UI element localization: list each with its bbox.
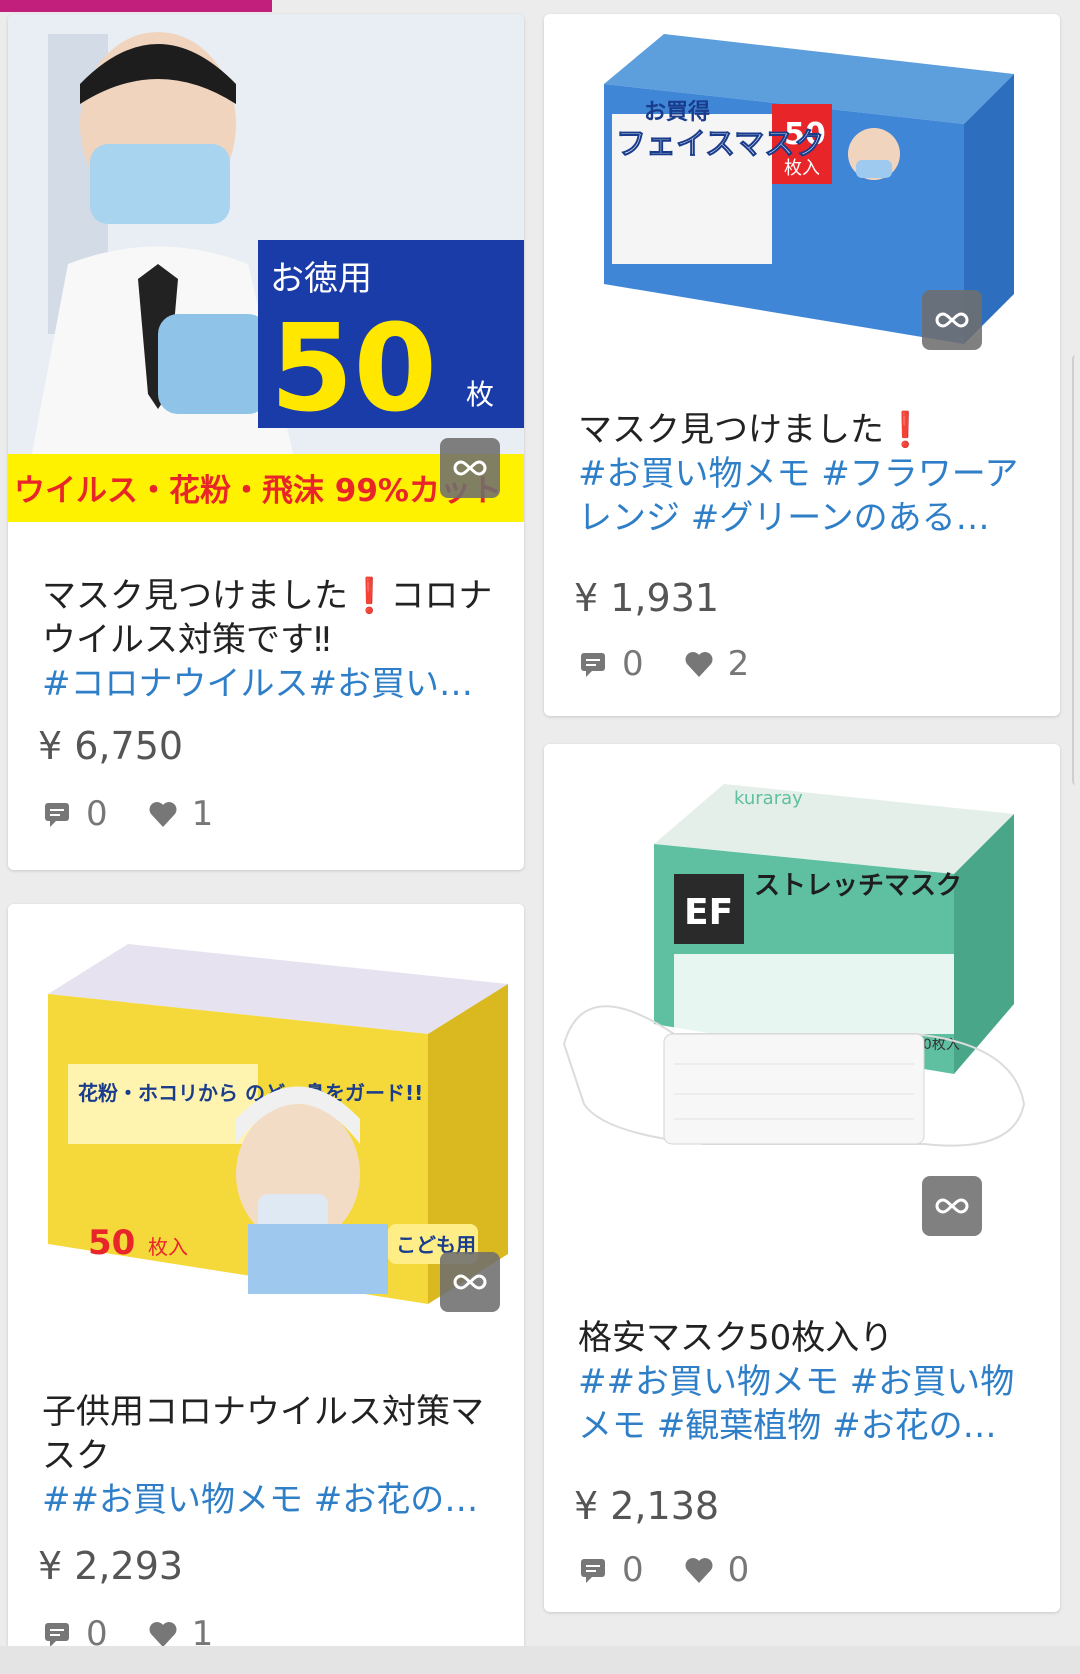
card-tags[interactable]: #お買い物メモ #フラワーアレンジ #グリーンのある…: [578, 452, 1030, 540]
card-price: ¥ 1,931: [574, 576, 720, 620]
product-card[interactable]: kuraray EF ストレッチマスク 50枚入 格安マスク50枚入り ##お買…: [544, 744, 1060, 1612]
svg-text:50: 50: [88, 1223, 135, 1263]
svg-text:ストレッチマスク: ストレッチマスク: [754, 871, 962, 901]
card-title: 格安マスク50枚入り: [578, 1318, 894, 1358]
card-tags[interactable]: ##お買い物メモ #お買い物メモ #観葉植物 #お花の…: [578, 1360, 1030, 1448]
heart-icon[interactable]: [148, 800, 178, 828]
card-price: ¥ 2,293: [38, 1544, 184, 1588]
svg-text:50: 50: [270, 300, 437, 439]
infinity-icon[interactable]: [922, 290, 982, 350]
card-title: マスク見つけました❗コロナウイルス対策です‼: [42, 576, 493, 660]
bottom-edge: [0, 1646, 1080, 1674]
product-image[interactable]: 花粉・ホコリから のど・鼻をガード!! 50 枚入 こども用: [8, 904, 524, 1324]
product-card[interactable]: 花粉・ホコリから のど・鼻をガード!! 50 枚入 こども用 子供用コロナウイル…: [8, 904, 524, 1664]
card-stats: 0 2: [578, 644, 775, 684]
svg-text:ウイルス・花粉・飛沫 99%カット: ウイルス・花粉・飛沫 99%カット: [14, 473, 502, 509]
mask-product-photo: 50 枚入 お買得 フェイスマスク: [544, 14, 1060, 374]
card-price: ¥ 2,138: [574, 1484, 720, 1528]
svg-text:枚: 枚: [466, 378, 494, 411]
comment-icon: [45, 803, 69, 827]
svg-text:フェイスマスク: フェイスマスク: [616, 127, 824, 162]
card-title-block: 格安マスク50枚入り ##お買い物メモ #お買い物メモ #観葉植物 #お花の…: [578, 1316, 1030, 1448]
infinity-icon[interactable]: [440, 438, 500, 498]
svg-text:枚入: 枚入: [148, 1235, 188, 1259]
comment-icon: [581, 1559, 605, 1583]
comment-icon: [45, 1623, 69, 1647]
comment-count: 0: [86, 794, 108, 834]
card-title-block: 子供用コロナウイルス対策マスク ##お買い物メモ #お花の…: [42, 1390, 494, 1522]
svg-text:お買得: お買得: [644, 99, 710, 125]
svg-text:EF: EF: [684, 892, 733, 933]
card-title: マスク見つけました❗: [578, 410, 927, 450]
comment-icon: [581, 653, 605, 677]
card-title: 子供用コロナウイルス対策マスク: [42, 1392, 484, 1476]
like-count: 1: [191, 794, 214, 834]
infinity-icon[interactable]: [922, 1176, 982, 1236]
heart-icon[interactable]: [148, 1620, 178, 1648]
product-card[interactable]: 50 枚入 お買得 フェイスマスク マスク見つけました❗ #お買い物メモ #フラ…: [544, 14, 1060, 716]
svg-text:花粉・ホコリから のど・鼻をガード!!: 花粉・ホコリから のど・鼻をガード!!: [78, 1081, 423, 1105]
card-tags[interactable]: #コロナウイルス#お買い…: [42, 662, 494, 706]
card-title-block: マスク見つけました❗ #お買い物メモ #フラワーアレンジ #グリーンのある…: [578, 408, 1030, 540]
comment-count: 0: [622, 644, 644, 684]
heart-icon[interactable]: [684, 650, 714, 678]
product-image[interactable]: 50 枚入 お買得 フェイスマスク: [544, 14, 1060, 374]
comment-count: 0: [622, 1550, 644, 1590]
loading-progress-bar: [0, 0, 272, 12]
product-image[interactable]: お徳用 50 枚 ウイルス・花粉・飛沫 99%カット: [8, 14, 524, 522]
card-stats: 0 1: [42, 794, 239, 834]
like-count: 0: [727, 1550, 750, 1590]
mask-product-photo: kuraray EF ストレッチマスク 50枚入: [544, 744, 1060, 1244]
product-card[interactable]: お徳用 50 枚 ウイルス・花粉・飛沫 99%カット マスク見つけました❗コロナ…: [8, 14, 524, 870]
card-tags[interactable]: ##お買い物メモ #お花の…: [42, 1478, 494, 1522]
card-stats: 0 0: [578, 1550, 775, 1590]
svg-text:お徳用: お徳用: [270, 259, 372, 299]
card-price: ¥ 6,750: [38, 724, 184, 768]
scrollbar[interactable]: [1072, 355, 1080, 785]
heart-icon[interactable]: [684, 1556, 714, 1584]
card-title-block: マスク見つけました❗コロナウイルス対策です‼ #コロナウイルス#お買い…: [42, 574, 494, 706]
infinity-icon[interactable]: [440, 1252, 500, 1312]
product-image[interactable]: kuraray EF ストレッチマスク 50枚入: [544, 744, 1060, 1244]
svg-text:kuraray: kuraray: [734, 788, 803, 809]
like-count: 2: [727, 644, 750, 684]
